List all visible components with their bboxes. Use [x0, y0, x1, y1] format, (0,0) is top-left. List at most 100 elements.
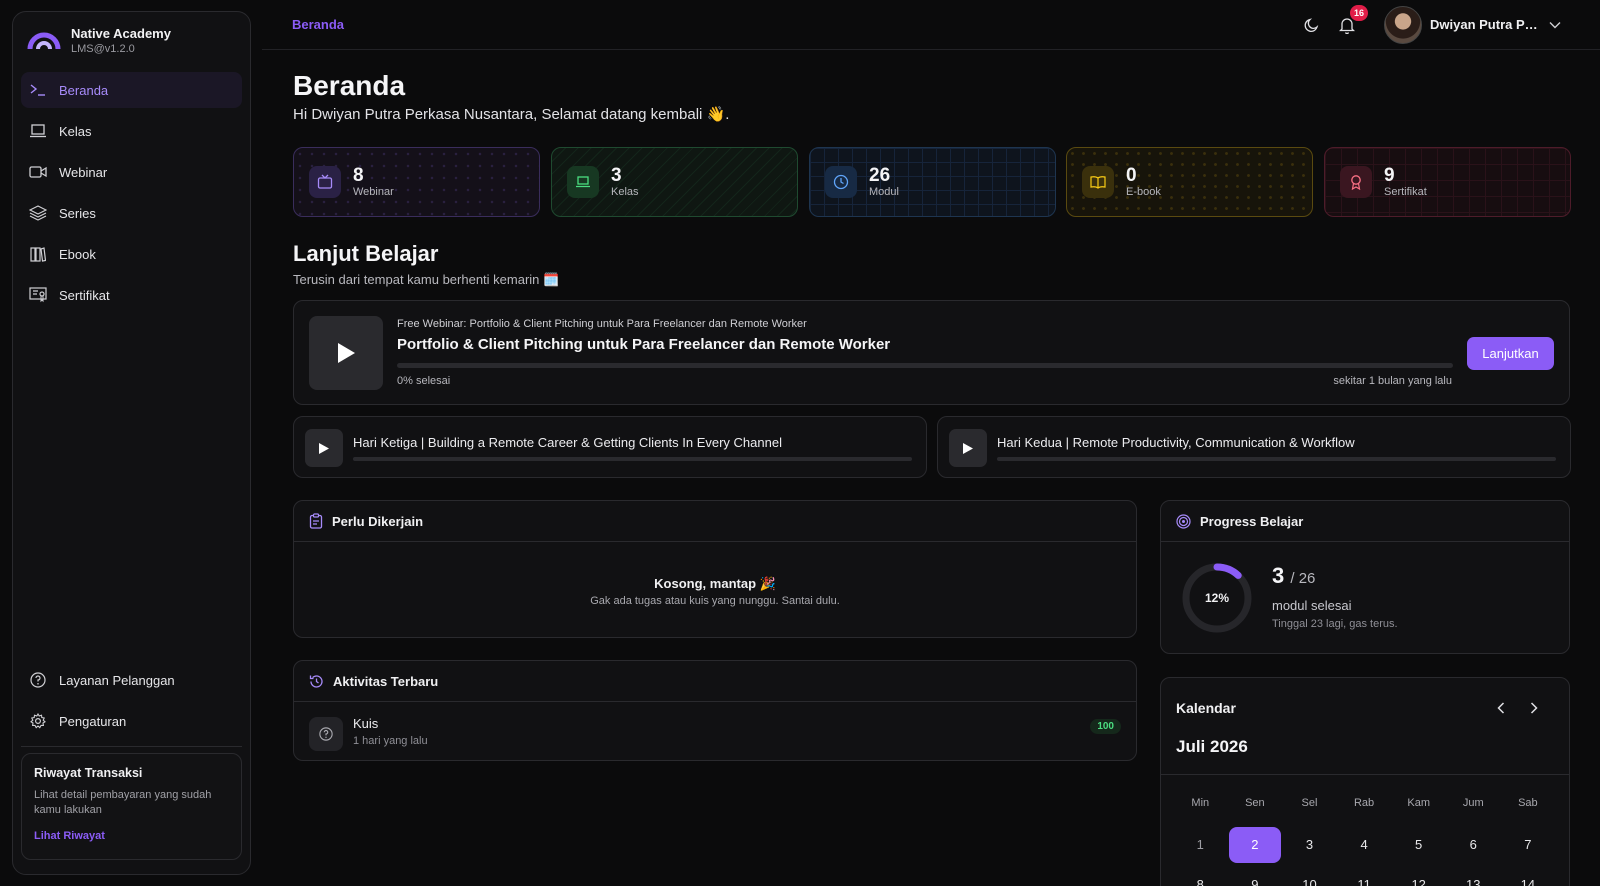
sidebar: Native Academy LMS@v1.2.0 Beranda Kelas … — [12, 11, 251, 875]
calendar-day[interactable]: 8 — [1173, 867, 1228, 886]
continue-learning-card[interactable]: Free Webinar: Portfolio & Client Pitchin… — [293, 300, 1570, 405]
sidebar-item-beranda[interactable]: Beranda — [21, 72, 242, 108]
stat-value: 9 — [1384, 165, 1395, 186]
sidebar-item-webinar[interactable]: Webinar — [21, 154, 242, 190]
notification-badge: 16 — [1350, 5, 1369, 21]
activity-item-time: 1 hari yang lalu — [353, 735, 428, 747]
award-icon — [1340, 166, 1372, 198]
calendar-day[interactable]: 12 — [1391, 867, 1446, 886]
view-history-link[interactable]: Lihat Riwayat — [34, 830, 229, 842]
stat-value: 26 — [869, 165, 891, 186]
continue-button[interactable]: Lanjutkan — [1467, 337, 1554, 370]
sidebar-item-label: Webinar — [59, 164, 108, 180]
sidebar-item-layanan-pelanggan[interactable]: Layanan Pelanggan — [21, 662, 242, 698]
stat-card-sertifikat[interactable]: 9 Sertifikat — [1324, 147, 1571, 217]
sidebar-item-pengaturan[interactable]: Pengaturan — [21, 703, 242, 739]
sidebar-item-kelas[interactable]: Kelas — [21, 113, 242, 149]
calendar-panel: Kalendar Juli 2026 Min Sen Sel Rab Kam J… — [1160, 677, 1570, 886]
sidebar-divider — [21, 746, 242, 747]
calendar-day[interactable]: 4 — [1337, 827, 1392, 863]
page-title: Beranda — [293, 70, 406, 101]
brand-name: Native Academy — [71, 26, 171, 41]
sidebar-item-sertifikat[interactable]: Sertifikat — [21, 277, 242, 313]
activity-item-title[interactable]: Kuis — [353, 716, 378, 731]
stat-label: Kelas — [611, 186, 639, 198]
user-name[interactable]: Dwiyan Putra Perkasa Nusantara — [1430, 17, 1542, 32]
stat-label: E-book — [1126, 186, 1161, 198]
continue-context: Free Webinar: Portfolio & Client Pitchin… — [397, 318, 807, 330]
play-icon[interactable] — [305, 429, 343, 467]
gear-icon — [29, 712, 47, 730]
stat-card-ebook[interactable]: 0 E-book — [1066, 147, 1313, 217]
modules-done: 3 — [1272, 563, 1285, 588]
terminal-icon — [29, 81, 47, 99]
calendar-week: 1 2 3 4 5 6 7 — [1173, 827, 1555, 863]
calendar-day-selected[interactable]: 2 — [1228, 827, 1281, 863]
continue-title: Portfolio & Client Pitching untuk Para F… — [397, 336, 891, 353]
weekday-label: Jum — [1462, 797, 1484, 809]
calendar-month: Juli 2026 — [1176, 737, 1248, 756]
lesson-card[interactable]: Hari Ketiga | Building a Remote Career &… — [293, 416, 927, 478]
progress-count: 3 / 26 — [1272, 563, 1315, 589]
chevron-right-icon — [1530, 702, 1538, 714]
sidebar-item-label: Sertifikat — [59, 287, 110, 303]
activity-panel: Aktivitas Terbaru Kuis 1 hari yang lalu … — [293, 660, 1137, 761]
continue-section-subtitle: Terusin dari tempat kamu berhenti kemari… — [293, 272, 560, 287]
transaction-title: Riwayat Transaksi — [34, 766, 143, 780]
stat-value: 8 — [353, 165, 364, 186]
calendar-day[interactable]: 11 — [1337, 867, 1392, 886]
sidebar-item-label: Beranda — [59, 82, 109, 98]
sidebar-item-series[interactable]: Series — [21, 195, 242, 231]
weekday-label: Sel — [1301, 797, 1318, 809]
lesson-progress-bar — [997, 457, 1556, 461]
calendar-next-button[interactable] — [1524, 698, 1544, 718]
stat-label: Webinar — [353, 186, 394, 198]
play-icon[interactable] — [309, 316, 383, 390]
todo-panel-header: Perlu Dikerjain — [294, 501, 1136, 542]
stat-card-modul[interactable]: 26 Modul — [809, 147, 1056, 217]
progress-panel-header: Progress Belajar — [1161, 501, 1569, 542]
calendar-prev-button[interactable] — [1491, 698, 1511, 718]
calendar-day[interactable]: 1 — [1173, 827, 1228, 863]
laptop-icon — [567, 166, 599, 198]
progress-label: modul selesai — [1272, 598, 1352, 613]
sidebar-item-label: Ebook — [59, 246, 96, 262]
calendar-day[interactable]: 7 — [1501, 827, 1556, 863]
help-circle-icon — [309, 717, 343, 751]
play-icon[interactable] — [949, 429, 987, 467]
brand-version: LMS@v1.2.0 — [71, 43, 135, 55]
user-menu-toggle[interactable] — [1545, 15, 1565, 35]
calendar-day[interactable]: 5 — [1391, 827, 1446, 863]
sidebar-bottom-nav: Layanan Pelanggan Pengaturan — [21, 662, 242, 744]
calendar-day[interactable]: 14 — [1501, 867, 1556, 886]
calendar-title: Kalendar — [1176, 700, 1236, 716]
lesson-card[interactable]: Hari Kedua | Remote Productivity, Commun… — [937, 416, 1571, 478]
certificate-icon — [29, 286, 47, 304]
breadcrumb[interactable]: Beranda — [292, 17, 344, 32]
calendar-day[interactable]: 10 — [1282, 867, 1337, 886]
help-circle-icon — [29, 671, 47, 689]
stat-card-kelas[interactable]: 3 Kelas — [551, 147, 798, 217]
continue-time: sekitar 1 bulan yang lalu — [1333, 375, 1452, 387]
clock-icon — [825, 166, 857, 198]
transaction-description: Lihat detail pembayaran yang sudah kamu … — [34, 789, 212, 816]
calendar-day[interactable]: 3 — [1282, 827, 1337, 863]
lesson-title: Hari Ketiga | Building a Remote Career &… — [353, 435, 782, 450]
stat-card-webinar[interactable]: 8 Webinar — [293, 147, 540, 217]
todo-panel: Perlu Dikerjain Kosong, mantap 🎉 Gak ada… — [293, 500, 1137, 638]
calendar-weekdays: Min Sen Sel Rab Kam Jum Sab — [1173, 797, 1555, 809]
brand[interactable]: Native Academy LMS@v1.2.0 — [27, 26, 171, 55]
calendar-day[interactable]: 6 — [1446, 827, 1501, 863]
calendar-day[interactable]: 9 — [1228, 867, 1283, 886]
calendar-day[interactable]: 13 — [1446, 867, 1501, 886]
continue-section-title: Lanjut Belajar — [293, 241, 439, 266]
weekday-label: Sab — [1518, 797, 1538, 809]
avatar[interactable] — [1384, 6, 1422, 44]
dark-mode-toggle[interactable] — [1302, 15, 1322, 35]
modules-total: / 26 — [1290, 570, 1316, 587]
weekday-label: Sen — [1245, 797, 1265, 809]
sidebar-item-ebook[interactable]: Ebook — [21, 236, 242, 272]
chevron-down-icon — [1549, 22, 1561, 29]
lesson-title: Hari Kedua | Remote Productivity, Commun… — [997, 435, 1355, 450]
weekday-label: Kam — [1407, 797, 1430, 809]
